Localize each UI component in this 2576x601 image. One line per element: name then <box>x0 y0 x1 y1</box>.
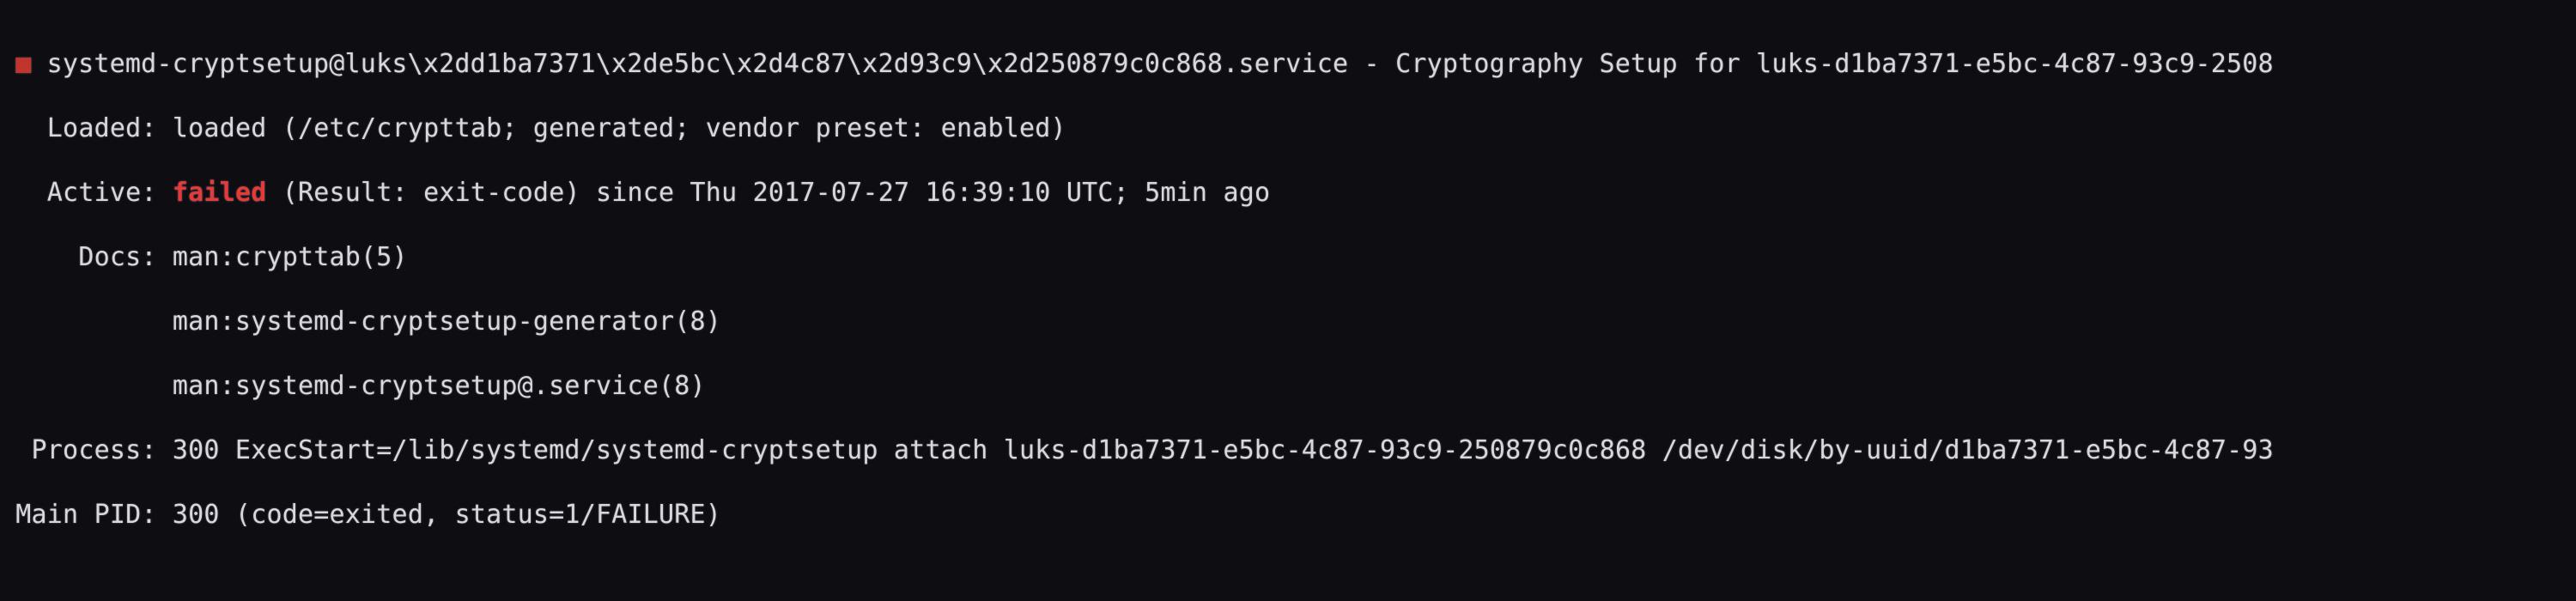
active-line: Active: failed (Result: exit-code) since… <box>0 177 2576 209</box>
mainpid-line: Main PID: 300 (code=exited, status=1/FAI… <box>0 499 2576 531</box>
docs-line-0: Docs: man:crypttab(5) <box>0 241 2576 274</box>
loaded-value: loaded (/etc/crypttab; generated; vendor… <box>173 113 1066 143</box>
docs-line-2: man:systemd-cryptsetup@.service(8) <box>0 370 2576 403</box>
status-bullet-icon: ■ <box>15 48 31 81</box>
docs-label: Docs: <box>78 242 156 272</box>
active-since: (Result: exit-code) since Thu 2017-07-27… <box>283 178 1270 208</box>
docs-item-1: man:systemd-cryptsetup-generator(8) <box>173 307 721 337</box>
active-label: Active: <box>47 178 157 208</box>
blank-line <box>0 563 2576 596</box>
docs-item-2: man:systemd-cryptsetup@.service(8) <box>173 371 706 401</box>
process-line: Process: 300 ExecStart=/lib/systemd/syst… <box>0 434 2576 467</box>
docs-line-1: man:systemd-cryptsetup-generator(8) <box>0 306 2576 338</box>
loaded-line: Loaded: loaded (/etc/crypttab; generated… <box>0 112 2576 145</box>
unit-name: systemd-cryptsetup@luks\x2dd1ba7371\x2de… <box>47 49 1349 79</box>
process-value: 300 ExecStart=/lib/systemd/systemd-crypt… <box>173 435 2274 465</box>
docs-item-0: man:crypttab(5) <box>173 242 408 272</box>
unit-header-line: ■ systemd-cryptsetup@luks\x2dd1ba7371\x2… <box>0 48 2576 81</box>
mainpid-value: 300 (code=exited, status=1/FAILURE) <box>173 500 721 530</box>
process-label: Process: <box>32 435 157 465</box>
active-state: failed <box>173 178 267 208</box>
unit-description: Cryptography Setup for luks-d1ba7371-e5b… <box>1395 49 2274 79</box>
mainpid-label: Main PID: <box>15 500 156 530</box>
terminal-output: ■ systemd-cryptsetup@luks\x2dd1ba7371\x2… <box>0 0 2576 601</box>
loaded-label: Loaded: <box>47 113 157 143</box>
